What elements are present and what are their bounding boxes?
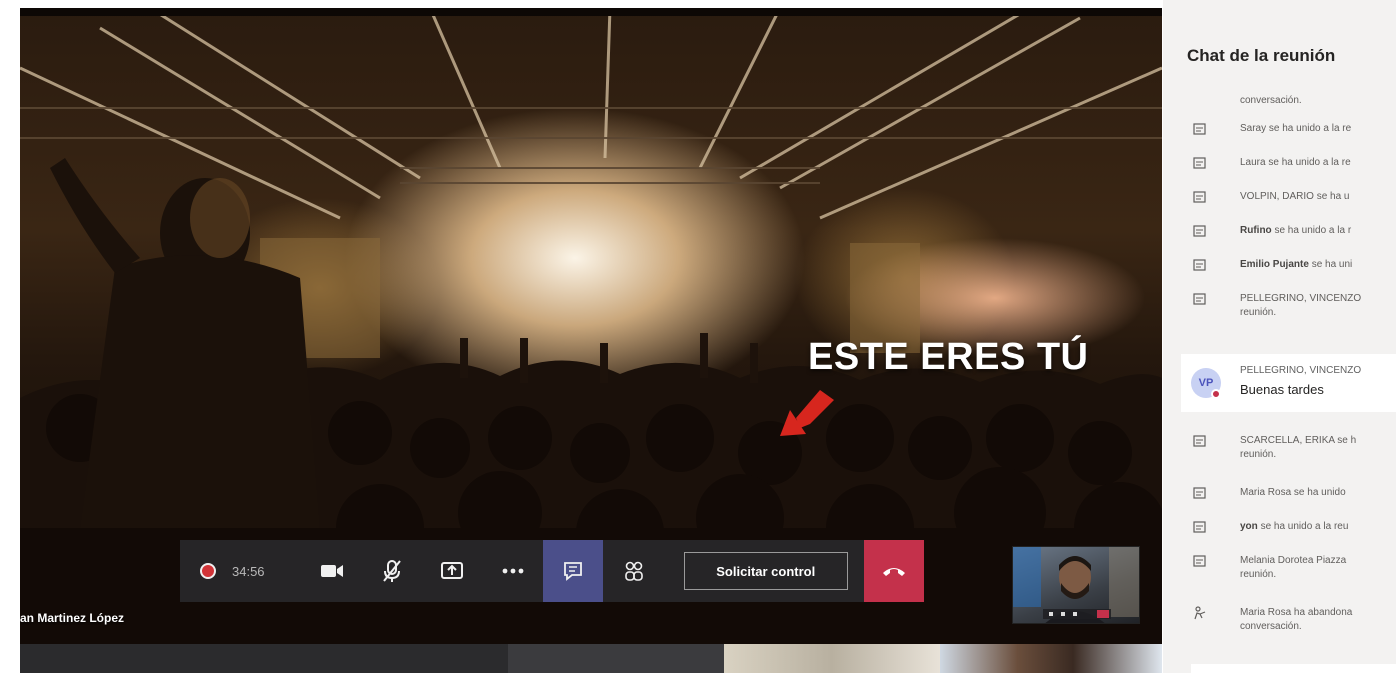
self-video-preview[interactable] [1012,546,1140,624]
event-text: yon se ha unido a la reu [1240,521,1348,532]
event-text: conversación. [1240,95,1302,106]
event-text: Rufino se ha unido a la r [1240,225,1351,236]
event-text: Maria Rosa se ha unido [1240,487,1346,498]
gallery-tile[interactable] [724,644,940,673]
participants-button[interactable] [603,540,663,602]
event-text-continued: reunión. [1240,449,1277,460]
event-action: ha abandona [1293,607,1353,618]
event-text: SCARCELLA, ERIKA se h [1240,435,1356,446]
event-user: Emilio Pujante [1240,259,1309,270]
participants-icon [624,561,643,581]
event-text: Maria Rosa ha abandona [1240,607,1352,618]
hang-up-button[interactable] [863,540,925,602]
shared-video-stage: ESTE ERES TÚ an Martinez López 34:56 Sol… [20,8,1162,644]
event-text: Emilio Pujante se ha uni [1240,259,1352,270]
event-text-continued: conversación. [1240,621,1302,632]
event-user: Rufino [1240,225,1272,236]
overlay-caption: ESTE ERES TÚ [808,336,1089,378]
share-screen-icon [441,562,464,579]
microphone-button[interactable] [362,540,422,602]
event-user: VOLPIN, DARIO [1240,191,1314,202]
busy-status-icon [1211,389,1221,399]
gallery-tile[interactable] [940,644,1162,673]
camera-icon [320,565,343,577]
join-icon [1193,123,1206,135]
camera-button[interactable] [301,540,361,602]
compose-box[interactable] [1191,664,1396,673]
join-icon [1193,293,1206,305]
chat-icon [564,562,583,581]
event-action: se ha uni [1311,259,1353,270]
participant-gallery [20,644,1162,673]
event-user: yon [1240,521,1258,532]
more-options-button[interactable] [483,540,543,602]
event-text: Saray se ha unido a la re [1240,123,1351,134]
join-icon [1193,191,1206,203]
join-icon [1193,487,1206,499]
event-action: se h [1337,435,1357,446]
join-icon [1193,435,1206,447]
leave-icon [1194,606,1206,620]
event-user: PELLEGRINO, VINCENZO [1240,293,1362,304]
share-screen-button[interactable] [422,540,482,602]
event-action: se ha unido [1293,487,1346,498]
event-text: PELLEGRINO, VINCENZO [1240,293,1361,304]
microphone-muted-icon [383,560,401,582]
message-sender: PELLEGRINO, VINCENZO [1240,365,1362,376]
join-icon [1193,157,1206,169]
request-control-button[interactable]: Solicitar control [683,552,848,590]
event-user: SCARCELLA, ERIKA [1240,435,1335,446]
meeting-chat-panel: Chat de la reunión conversación. Saray s… [1163,0,1396,673]
event-user: Laura [1240,157,1266,168]
join-icon [1193,555,1206,567]
recording-time: 34:56 [232,563,265,579]
event-text: Laura se ha unido a la re [1240,157,1351,168]
recording-indicator: 34:56 [180,540,301,602]
event-user: Maria Rosa [1240,607,1292,618]
chat-title: Chat de la reunión [1187,46,1336,65]
join-icon [1193,225,1206,237]
gallery-tile[interactable] [20,644,508,673]
chat-message[interactable]: VP PELLEGRINO, VINCENZO Buenas tardes [1181,354,1396,412]
event-text: VOLPIN, DARIO se ha u [1240,191,1350,202]
gallery-tile[interactable] [508,644,724,673]
call-control-bar: 34:56 Solicitar control [180,540,925,602]
event-user: Melania Dorotea Piazza [1240,555,1347,566]
event-action: se ha unido a la re [1268,157,1351,168]
event-text-continued: reunión. [1240,307,1277,318]
event-action: se ha u [1316,191,1350,202]
event-user: Maria Rosa [1240,487,1292,498]
event-user: Saray [1240,123,1267,134]
event-text: Melania Dorotea Piazza [1240,555,1346,566]
event-action: se ha unido a la r [1274,225,1352,236]
chat-toggle-button[interactable] [543,540,604,602]
event-text-continued: reunión. [1240,569,1277,580]
hang-up-icon [882,568,905,576]
participant-name-label: an Martinez López [20,611,125,625]
join-icon [1193,521,1206,533]
record-icon [200,563,216,579]
event-action: se ha unido a la reu [1260,521,1349,532]
event-action: se ha unido a la re [1268,123,1352,134]
more-options-icon [502,568,524,574]
self-view-image [1013,547,1139,623]
message-body: Buenas tardes [1240,382,1324,397]
join-icon [1193,259,1206,271]
